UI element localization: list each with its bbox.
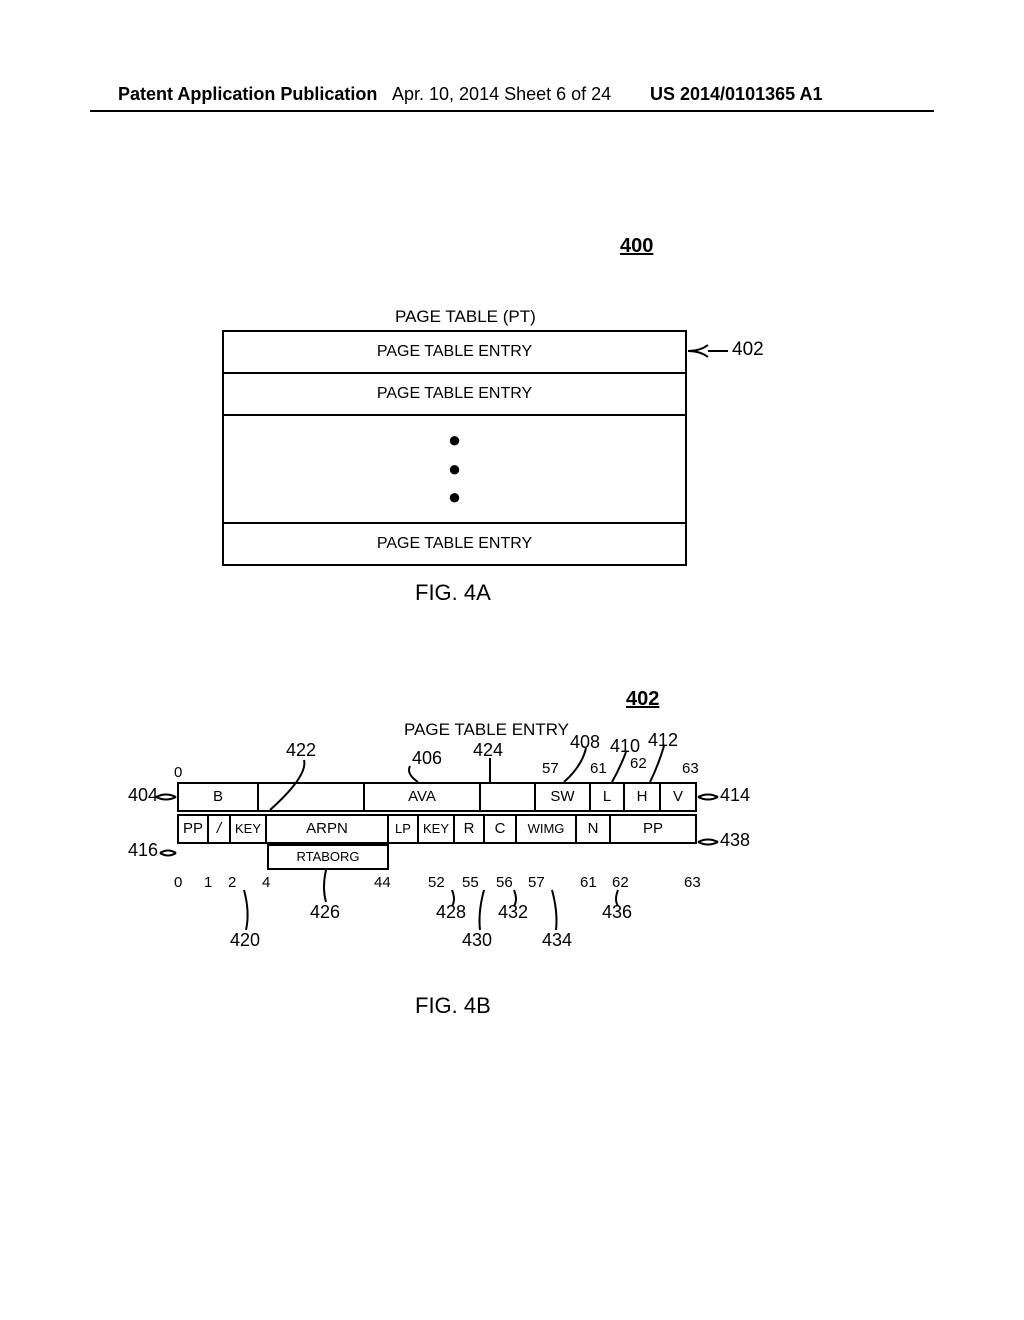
field-gap-1 — [259, 782, 365, 812]
bit-label-1-bot: 1 — [204, 874, 212, 891]
page-table: PAGE TABLE ENTRY PAGE TABLE ENTRY ●●● PA… — [222, 330, 687, 566]
lead-416 — [160, 846, 180, 860]
lead-410 — [624, 750, 644, 784]
lead-424 — [486, 756, 506, 784]
bit-label-44-bot: 44 — [374, 874, 391, 891]
bit-label-62-bot: 62 — [612, 874, 629, 891]
lead-412 — [660, 744, 680, 784]
ref-438: 438 — [720, 830, 750, 851]
pte-row-1: B AVA SW L H V — [177, 782, 702, 812]
field-h: H — [625, 782, 661, 812]
bit-label-4-bot: 4 — [262, 874, 270, 891]
header-left: Patent Application Publication — [118, 84, 377, 105]
page-table-entry-row: PAGE TABLE ENTRY — [224, 524, 685, 564]
field-slash: / — [209, 814, 231, 844]
lead-426 — [322, 870, 338, 906]
field-rtaborg: RTABORG — [267, 844, 389, 870]
bit-label-61-bot: 61 — [580, 874, 597, 891]
field-wimg: WIMG — [517, 814, 577, 844]
field-l: L — [591, 782, 625, 812]
field-sw: SW — [536, 782, 591, 812]
lead-406 — [404, 764, 434, 786]
ref-400: 400 — [620, 235, 653, 258]
field-r: R — [455, 814, 485, 844]
bit-label-56-bot: 56 — [496, 874, 513, 891]
bit-label-57-bot: 57 — [528, 874, 545, 891]
bit-label-0-top: 0 — [174, 764, 182, 781]
lead-422 — [300, 756, 330, 786]
fig-4b-caption: FIG. 4B — [415, 993, 491, 1019]
header-mid: Apr. 10, 2014 Sheet 6 of 24 — [392, 84, 611, 105]
pte-row-2: PP / KEY ARPN LP KEY R C WIMG N PP — [177, 814, 702, 844]
bit-label-63-bot: 63 — [684, 874, 701, 891]
ref-404: 404 — [128, 785, 158, 806]
ref-416: 416 — [128, 840, 158, 861]
page-table-entry-title: PAGE TABLE ENTRY — [404, 720, 569, 740]
field-gap-2 — [481, 782, 536, 812]
lead-436 — [614, 890, 628, 910]
lead-404 — [156, 790, 180, 804]
bit-label-55-bot: 55 — [462, 874, 479, 891]
lead-408 — [582, 746, 602, 784]
ref-414: 414 — [720, 785, 750, 806]
field-key-2: KEY — [419, 814, 455, 844]
lead-438 — [698, 835, 722, 849]
field-pp-2: PP — [611, 814, 697, 844]
field-lp: LP — [389, 814, 419, 844]
field-pp-1: PP — [177, 814, 209, 844]
field-c: C — [485, 814, 517, 844]
bit-label-52-bot: 52 — [428, 874, 445, 891]
lead-432 — [512, 890, 526, 910]
page-table-ellipsis: ●●● — [224, 416, 685, 524]
fig-4a-caption: FIG. 4A — [415, 580, 491, 606]
page-table-entry-row: PAGE TABLE ENTRY — [224, 332, 685, 374]
field-arpn: ARPN — [267, 814, 389, 844]
field-key-1: KEY — [231, 814, 267, 844]
field-b: B — [177, 782, 259, 812]
field-ava: AVA — [365, 782, 481, 812]
lead-430 — [478, 890, 492, 934]
header-right: US 2014/0101365 A1 — [650, 84, 822, 105]
header-rule — [90, 110, 934, 112]
bit-label-2-bot: 2 — [228, 874, 236, 891]
callout-402-lead — [688, 343, 732, 361]
page-table-title: PAGE TABLE (PT) — [395, 307, 536, 327]
callout-402: 402 — [732, 339, 764, 361]
bit-label-63-top: 63 — [682, 760, 699, 777]
fig-4b-diagram: 0 57 61 62 63 422 406 424 408 410 412 40… — [150, 740, 710, 960]
lead-434 — [550, 890, 566, 934]
field-v: V — [661, 782, 697, 812]
lead-428 — [450, 890, 466, 910]
field-n: N — [577, 814, 611, 844]
bit-label-57-top: 57 — [542, 760, 559, 777]
page-table-entry-row: PAGE TABLE ENTRY — [224, 374, 685, 416]
lead-420 — [242, 890, 258, 934]
ref-402: 402 — [626, 688, 659, 711]
lead-414 — [698, 790, 722, 804]
bit-label-0-bot: 0 — [174, 874, 182, 891]
